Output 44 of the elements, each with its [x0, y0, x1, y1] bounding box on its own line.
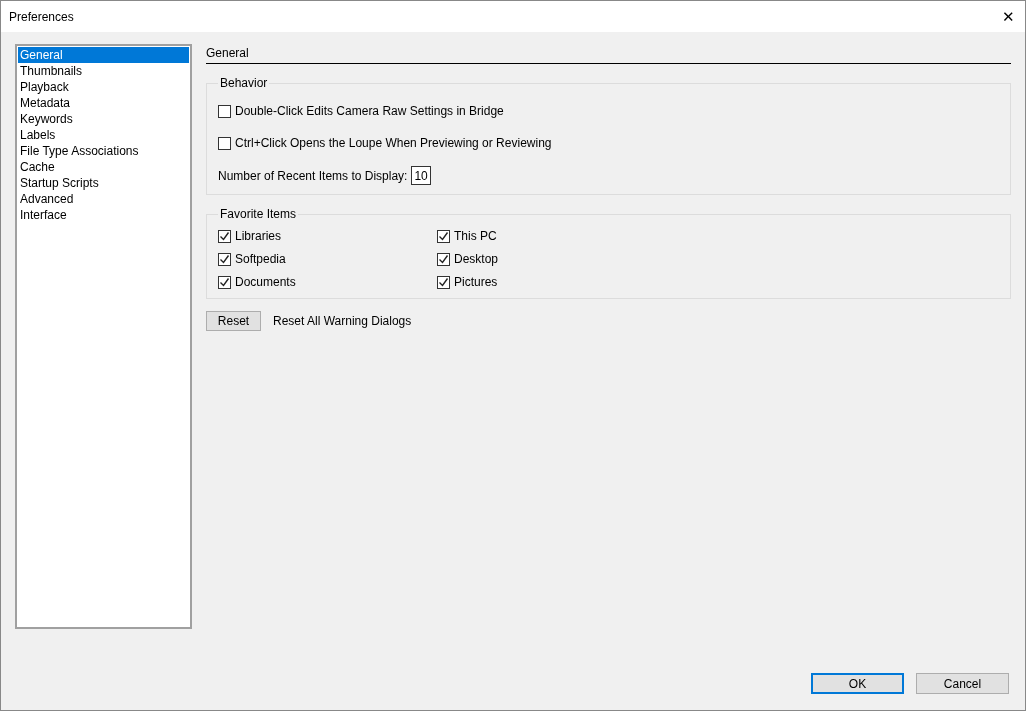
category-item[interactable]: Metadata [18, 95, 189, 111]
checkbox[interactable] [218, 252, 231, 266]
checkmark-icon [438, 276, 449, 288]
checkmark-icon [219, 230, 230, 242]
category-item[interactable]: Interface [18, 207, 189, 223]
checkbox[interactable] [437, 275, 450, 289]
category-item[interactable]: Playback [18, 79, 189, 95]
checkbox-option[interactable]: This PC [437, 227, 999, 245]
recent-items-field[interactable]: 10 [411, 166, 432, 185]
checkbox[interactable] [218, 275, 231, 289]
section-heading: General [206, 44, 1011, 64]
category-item[interactable]: Thumbnails [18, 63, 189, 79]
group-title: Behavior [219, 75, 269, 92]
checkbox[interactable] [437, 229, 450, 243]
checkmark-icon [438, 230, 449, 242]
category-item[interactable]: Cache [18, 159, 189, 175]
checkbox-option[interactable]: Libraries [218, 227, 437, 245]
dialog-button[interactable]: OK [811, 673, 904, 694]
reset-button[interactable]: Reset [206, 311, 261, 331]
checkbox-option[interactable]: Ctrl+Click Opens the Loupe When Previewing or Reviewing [218, 134, 999, 152]
close-button[interactable]: ✕ [1002, 9, 1015, 24]
checkbox-option[interactable]: Documents [218, 273, 437, 291]
reset-label: Reset All Warning Dialogs [273, 313, 412, 330]
category-item[interactable]: Keywords [18, 111, 189, 127]
category-item[interactable]: General [18, 47, 189, 63]
checkbox-option[interactable]: Softpedia [218, 250, 437, 268]
category-item[interactable]: Advanced [18, 191, 189, 207]
checkbox-option[interactable]: Pictures [437, 273, 999, 291]
checkmark-icon [219, 276, 230, 288]
category-item[interactable]: Startup Scripts [18, 175, 189, 191]
category-item[interactable]: Labels [18, 127, 189, 143]
category-item[interactable]: File Type Associations [18, 143, 189, 159]
window-title: Preferences [9, 8, 74, 26]
checkmark-icon [219, 253, 230, 265]
dialog-button[interactable]: Cancel [916, 673, 1009, 694]
checkbox[interactable] [437, 252, 450, 266]
checkbox[interactable] [218, 229, 231, 243]
checkbox[interactable] [218, 104, 231, 118]
group-title: Favorite Items [219, 206, 298, 223]
checkbox-option[interactable]: Desktop [437, 250, 999, 268]
checkbox-option[interactable]: Double-Click Edits Camera Raw Settings in Bridge [218, 102, 999, 120]
checkbox[interactable] [218, 136, 231, 150]
field-label: Number of Recent Items to Display: [218, 167, 408, 185]
checkmark-icon [438, 253, 449, 265]
